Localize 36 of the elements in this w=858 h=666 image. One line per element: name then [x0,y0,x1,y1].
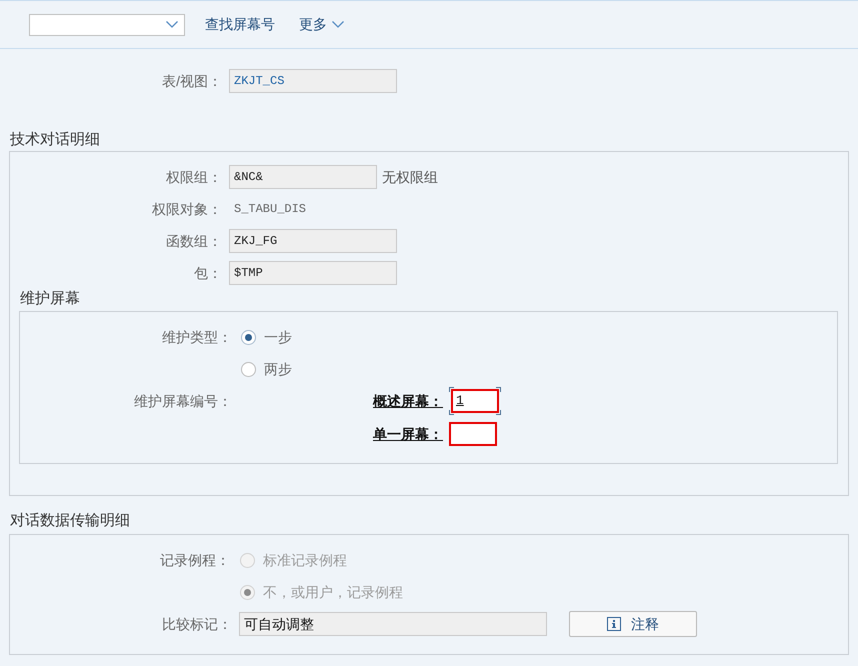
text-field[interactable]: $TMP [229,261,397,285]
field-note: 无权限组 [382,168,438,186]
field-label: 权限组： [165,168,222,186]
section-title: 对话数据传输明细 [9,511,131,531]
radio-label: 两步 [264,360,292,378]
link[interactable]: 查找屏幕号 [205,14,275,35]
section-title: 维护屏幕 [20,289,81,309]
field-label: 权限对象： [151,200,222,218]
text-field[interactable]: ZKJ_FG [229,229,397,253]
field-value: S_TABU_DIS [233,201,306,218]
chevron-down-icon [166,21,178,28]
input-field[interactable] [449,422,497,446]
section-title: 技术对话明细 [9,130,101,150]
field-label: 比较标记： [161,614,232,634]
text-field[interactable]: ZKJT_CS [229,69,397,93]
radio-label: 不，或用户，记录例程 [263,582,403,602]
field-label: 包： [193,264,222,282]
dropdown-field[interactable] [29,14,185,36]
input-field[interactable]: 1 [449,387,501,415]
field-label: 概述屏幕： [372,392,443,410]
note-button[interactable]: 注释 [569,611,697,637]
text-field[interactable]: 可自动调整 [239,612,547,636]
text-field[interactable]: &NC& [229,165,377,189]
field-label: 单一屏幕： [372,424,443,444]
radio-button[interactable] [241,330,256,344]
menu-button[interactable]: 更多 [299,14,344,35]
field-label: 函数组： [165,232,222,250]
chevron-down-icon [332,21,344,28]
field-label: 维护类型： [161,328,232,346]
radio-label: 一步 [264,328,292,346]
field-label: 记录例程： [159,550,230,570]
radio-label: 标准记录例程 [263,550,347,570]
radio-button[interactable] [241,362,256,376]
field-label: 表/视图： [161,72,222,90]
field-label: 维护屏幕编号： [133,392,232,410]
info-icon [607,617,621,631]
